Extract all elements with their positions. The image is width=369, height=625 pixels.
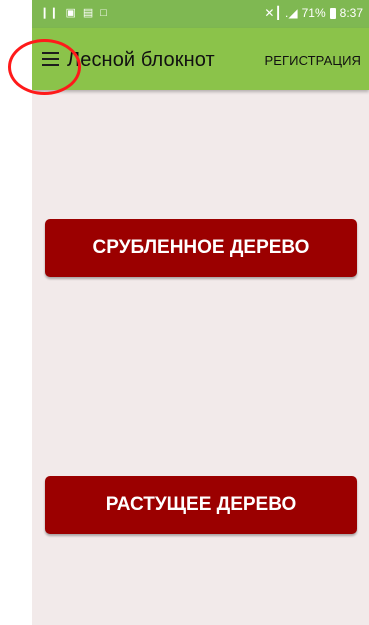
gallery-icon: ▤ bbox=[82, 7, 94, 19]
pause-icon: ❙❙ bbox=[40, 7, 59, 19]
app-title: Лесной блокнот bbox=[67, 49, 215, 71]
clock-time: 8:37 bbox=[339, 6, 363, 20]
menu-button[interactable] bbox=[39, 48, 63, 70]
file-icon: □ bbox=[100, 7, 107, 19]
app-bar: Лесной блокнот РЕГИСТРАЦИЯ bbox=[32, 28, 369, 90]
status-system-info: ✕┃ .◢ 71% 8:37 bbox=[264, 7, 363, 19]
status-bar: ❙❙ ▣ ▤ □ ✕┃ .◢ 71% 8:37 bbox=[32, 0, 369, 28]
registration-button[interactable]: РЕГИСТРАЦИЯ bbox=[264, 53, 361, 69]
menu-icon bbox=[42, 52, 59, 54]
growing-tree-button[interactable]: РАСТУЩЕЕ ДЕРЕВО bbox=[45, 476, 357, 534]
cut-tree-button[interactable]: СРУБЛЕННОЕ ДЕРЕВО bbox=[45, 219, 357, 277]
menu-icon-line-middle bbox=[42, 58, 59, 60]
battery-icon bbox=[329, 7, 336, 19]
menu-icon-line-bottom bbox=[42, 64, 59, 66]
battery-percent: 71% bbox=[301, 6, 326, 20]
phone-screen: ❙❙ ▣ ▤ □ ✕┃ .◢ 71% 8:37 Лесной блокнот Р… bbox=[32, 0, 369, 625]
status-notification-icons: ❙❙ ▣ ▤ □ bbox=[40, 7, 107, 19]
signal-icon: ✕┃ .◢ bbox=[264, 6, 298, 20]
screenshot-icon: ▣ bbox=[65, 7, 76, 19]
